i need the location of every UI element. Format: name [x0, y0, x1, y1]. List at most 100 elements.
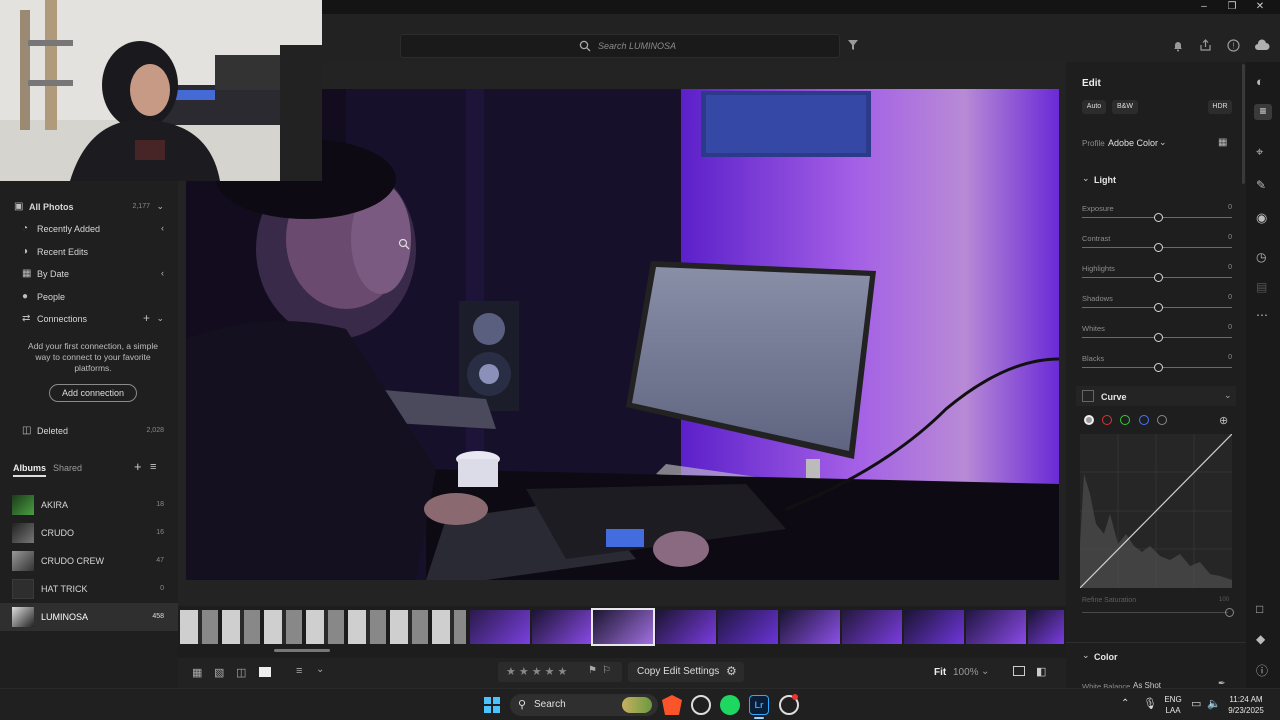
cloud-sync-icon[interactable]: [1254, 39, 1270, 52]
chatgpt-icon[interactable]: [691, 695, 711, 715]
versions-icon[interactable]: ▤: [1256, 280, 1267, 294]
bell-icon[interactable]: [1172, 40, 1184, 52]
tab-shared[interactable]: Shared: [53, 463, 82, 473]
contrast-slider[interactable]: Contrast 0: [1082, 234, 1232, 256]
filmstrip-thumbnail[interactable]: [842, 610, 902, 644]
add-connection-button[interactable]: Add connection: [49, 384, 137, 402]
zoom-level[interactable]: 100%: [953, 667, 979, 678]
share-icon[interactable]: [1199, 39, 1212, 52]
grid-view-icon[interactable]: ▦: [192, 666, 202, 679]
clock-time[interactable]: 11:24 AM: [1222, 695, 1270, 704]
restore-button[interactable]: ❐: [1221, 0, 1243, 14]
search-input[interactable]: Search LUMINOSA: [598, 41, 676, 51]
slider-value[interactable]: 0: [1228, 234, 1232, 241]
filmstrip-thumbnail[interactable]: [1028, 610, 1064, 644]
refine-saturation-handle[interactable]: [1225, 608, 1234, 617]
filmstrip-thumbnail[interactable]: [656, 610, 716, 644]
auto-button[interactable]: Auto: [1082, 100, 1106, 114]
chevron-down-icon[interactable]: ⌄: [156, 313, 164, 324]
slider-value[interactable]: 0: [1228, 204, 1232, 211]
profile-browser-icon[interactable]: ▦: [1218, 137, 1227, 148]
filmstrip-thumbnail[interactable]: [904, 610, 964, 644]
light-section-header[interactable]: Light: [1094, 175, 1116, 185]
color-section-header[interactable]: Color: [1094, 652, 1118, 662]
filmstrip-thumbnail[interactable]: [180, 610, 466, 644]
gear-icon[interactable]: ⚙: [726, 664, 737, 678]
copy-edit-settings-button[interactable]: Copy Edit Settings: [637, 666, 719, 677]
curve-channel-red[interactable]: [1102, 415, 1112, 425]
fit-zoom-button[interactable]: Fit: [934, 667, 946, 678]
sort-icon[interactable]: ≡: [296, 665, 302, 677]
nav-recent-edits[interactable]: ◑ Recent Edits: [0, 242, 178, 264]
album-item-luminosa[interactable]: LUMINOSA 458: [0, 603, 178, 631]
filmstrip-scrollbar[interactable]: [274, 649, 330, 652]
chevron-left-icon[interactable]: ‹: [161, 223, 164, 233]
curve-channel-blue[interactable]: [1139, 415, 1149, 425]
star-rating-icons[interactable]: ★★★★★: [506, 665, 570, 678]
panel-scrollbar[interactable]: [1242, 64, 1245, 184]
minimize-button[interactable]: –: [1193, 0, 1215, 14]
language-indicator[interactable]: ENG: [1162, 695, 1184, 704]
target-adjust-icon[interactable]: ⊕: [1219, 414, 1228, 427]
taskbar-search[interactable]: ⚲ Search: [510, 694, 658, 716]
more-options-icon[interactable]: ⋯: [1256, 308, 1268, 322]
filmstrip-thumbnail[interactable]: [966, 610, 1026, 644]
bw-button[interactable]: B&W: [1112, 100, 1138, 114]
slider-handle[interactable]: [1154, 273, 1163, 282]
chevron-down-icon[interactable]: ⌄: [1224, 390, 1232, 401]
slider-handle[interactable]: [1154, 303, 1163, 312]
crop-icon[interactable]: ⌖: [1256, 144, 1263, 160]
history-icon[interactable]: ◷: [1256, 250, 1266, 264]
slider-handle[interactable]: [1154, 363, 1163, 372]
nav-recently-added[interactable]: ◔ Recently Added ‹: [0, 219, 178, 241]
album-item-hat-trick[interactable]: HAT TRICK 0: [0, 575, 178, 603]
square-grid-icon[interactable]: ▧: [214, 666, 224, 679]
filter-icon[interactable]: [847, 39, 859, 51]
highlights-slider[interactable]: Highlights 0: [1082, 264, 1232, 286]
chevron-up-icon[interactable]: ⌃: [1121, 698, 1129, 709]
slider-value[interactable]: 0: [1228, 264, 1232, 271]
flag-reject-icon[interactable]: ⚐: [602, 665, 611, 676]
before-after-icon[interactable]: ◧: [1036, 665, 1046, 678]
filmstrip-thumbnail[interactable]: [718, 610, 778, 644]
help-icon[interactable]: !: [1227, 39, 1240, 52]
tab-albums[interactable]: Albums: [13, 463, 47, 477]
curve-channel-rgb[interactable]: [1084, 415, 1094, 425]
loupe-view-icon[interactable]: [259, 667, 271, 677]
microphone-icon[interactable]: 🎙: [1143, 697, 1157, 710]
album-item-crudo[interactable]: CRUDO 16: [0, 519, 178, 547]
slider-value[interactable]: 0: [1228, 294, 1232, 301]
volume-icon[interactable]: 🔈: [1207, 697, 1221, 710]
info-icon[interactable]: ⓘ: [1256, 662, 1268, 679]
curve-channel-green[interactable]: [1120, 415, 1130, 425]
chevron-left-icon[interactable]: ‹: [161, 268, 164, 278]
chevron-down-icon[interactable]: ⌄: [156, 201, 164, 212]
brave-browser-icon[interactable]: [662, 695, 682, 715]
shadows-slider[interactable]: Shadows 0: [1082, 294, 1232, 316]
nav-by-date[interactable]: ▦ By Date ‹: [0, 264, 178, 286]
filmstrip-thumbnail[interactable]: [780, 610, 840, 644]
slider-handle[interactable]: [1154, 213, 1163, 222]
lightroom-icon[interactable]: Lr: [749, 695, 769, 715]
hdr-button[interactable]: HDR: [1208, 100, 1232, 114]
flag-pick-icon[interactable]: ⚑: [588, 665, 597, 676]
whites-slider[interactable]: Whites 0: [1082, 324, 1232, 346]
profile-dropdown[interactable]: Adobe Color: [1108, 138, 1158, 148]
blacks-slider[interactable]: Blacks 0: [1082, 354, 1232, 376]
chevron-down-icon[interactable]: ⌄: [1082, 650, 1090, 661]
slider-value[interactable]: 0: [1228, 324, 1232, 331]
compare-view-icon[interactable]: [1013, 666, 1025, 676]
album-item-akira[interactable]: AKIRA 18: [0, 491, 178, 519]
search-box[interactable]: Search LUMINOSA: [400, 34, 840, 58]
chevron-down-icon[interactable]: ⌄: [1159, 137, 1167, 148]
slider-handle[interactable]: [1154, 243, 1163, 252]
nav-all-photos[interactable]: ▣ All Photos 2,177 ⌄: [0, 197, 178, 219]
edit-sliders-icon[interactable]: ≡: [1254, 104, 1272, 120]
nav-deleted[interactable]: ◫ Deleted 2,028: [0, 421, 178, 443]
nav-people[interactable]: ● People: [0, 287, 178, 309]
add-album-icon[interactable]: +: [134, 459, 142, 474]
presets-icon[interactable]: ◐: [1256, 74, 1264, 89]
slider-handle[interactable]: [1154, 333, 1163, 342]
windows-start-icon[interactable]: [484, 697, 500, 713]
curve-section-header[interactable]: Curve ⌄: [1076, 386, 1236, 406]
